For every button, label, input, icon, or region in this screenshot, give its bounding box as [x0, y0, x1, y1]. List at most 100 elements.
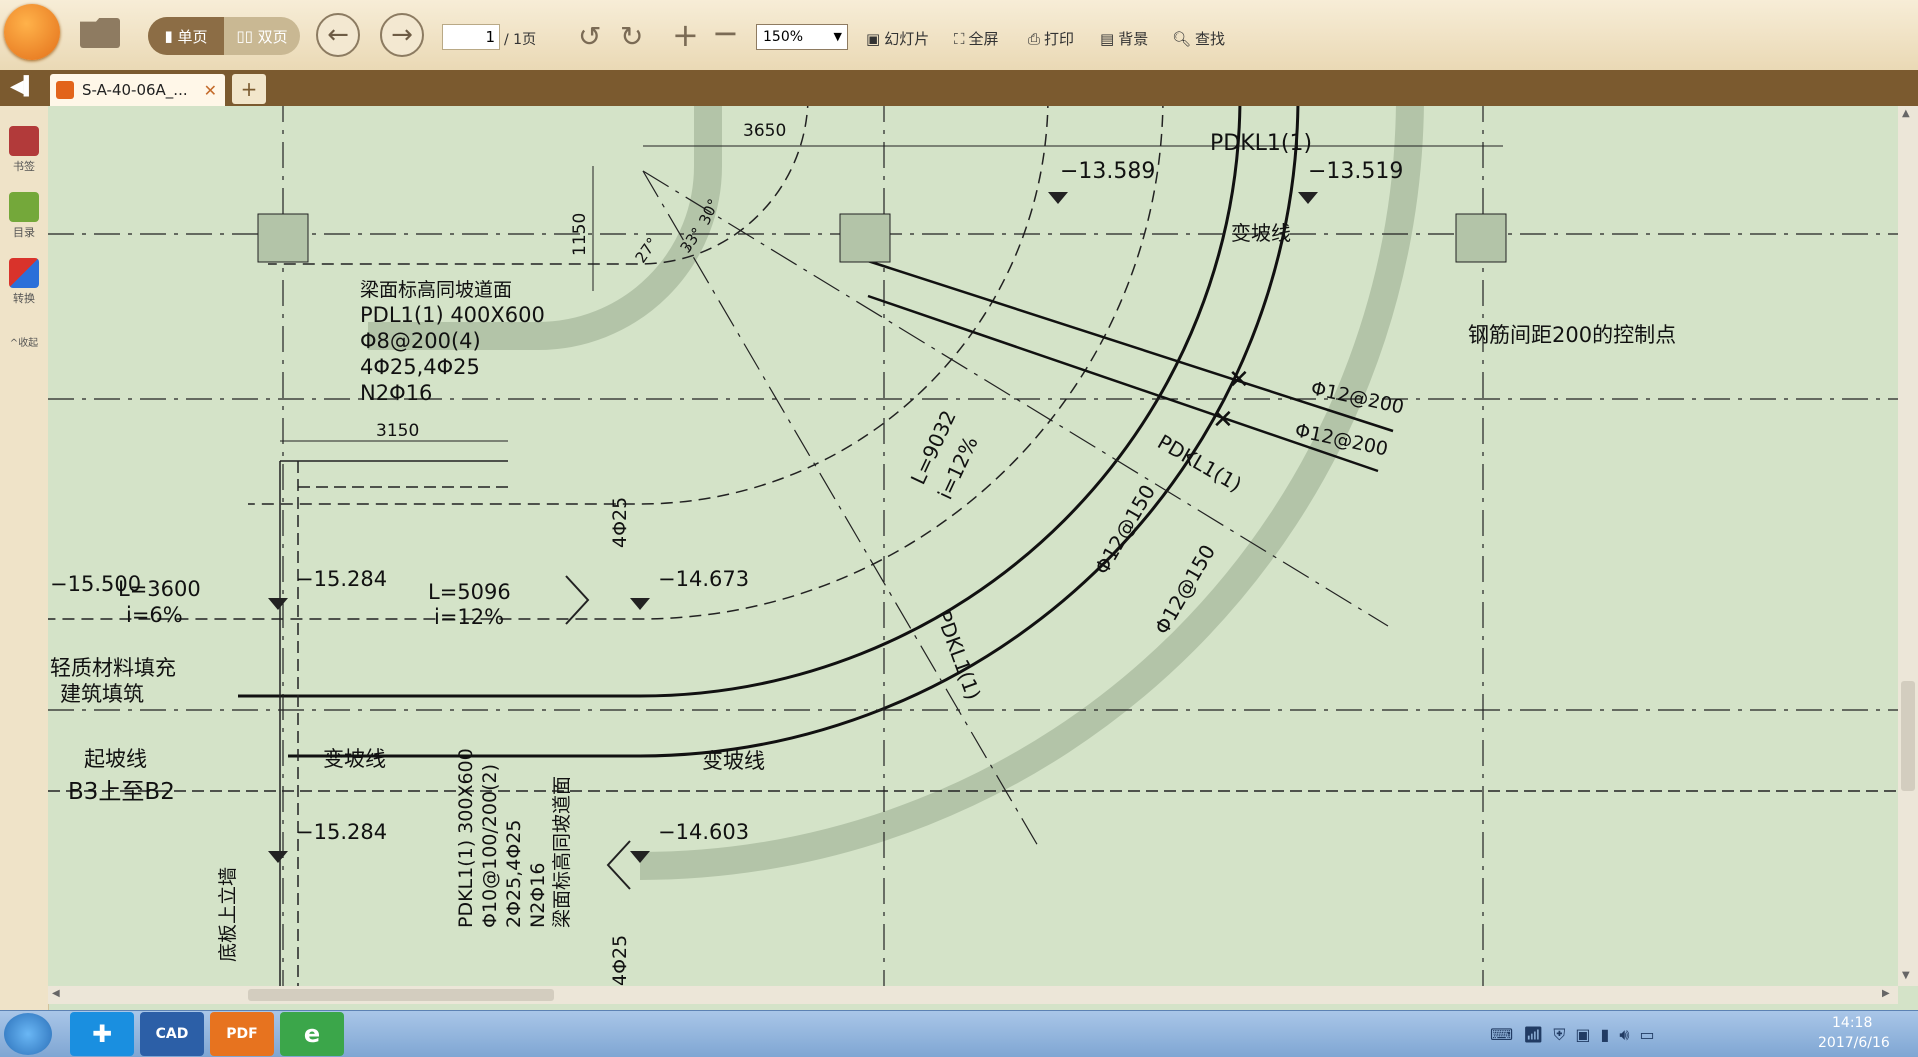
- angle-27: 27°: [632, 234, 662, 266]
- sidebar-toggle-icon[interactable]: ◀▍: [10, 76, 38, 97]
- chevron-left-icon[interactable]: ◀: [52, 988, 60, 999]
- column-3: [1455, 213, 1507, 263]
- fill-note-1: 轻质材料填充: [50, 656, 176, 680]
- find-button[interactable]: 🔍︎ 查找: [1172, 28, 1225, 49]
- clock-time[interactable]: 14:18: [1832, 1015, 1872, 1031]
- taskbar-app-pdf[interactable]: PDF: [210, 1012, 274, 1056]
- app-logo[interactable]: [4, 4, 60, 60]
- clock-date[interactable]: 2017/6/16: [1818, 1035, 1890, 1051]
- fill-note-2: 建筑填筑: [60, 682, 144, 706]
- slope-12: i=12%: [434, 605, 504, 629]
- print-button[interactable]: ⎙ 打印: [1028, 28, 1074, 49]
- elevation-15284-b: −15.284: [296, 820, 387, 844]
- zoom-select[interactable]: 150% ▼: [756, 24, 848, 50]
- keyboard-icon[interactable]: ⌨: [1490, 1025, 1523, 1044]
- close-icon[interactable]: ✕: [204, 81, 217, 100]
- horizontal-scroll-thumb[interactable]: [248, 989, 554, 1001]
- dashed-arc-3: [48, 106, 1164, 620]
- monitor-icon[interactable]: ▣: [1575, 1025, 1600, 1044]
- sidebar-collapse[interactable]: ^收起: [4, 334, 44, 349]
- slideshow-icon: ▣: [866, 29, 881, 48]
- chevron-down-icon[interactable]: ▼: [1902, 970, 1910, 981]
- beam-note-2: PDL1(1) 400X600: [360, 303, 545, 327]
- beam2-note-5: 梁面标高同坡道面: [551, 776, 573, 928]
- double-page-button[interactable]: ▯▯ 双页: [224, 17, 300, 55]
- beam-note-5: N2Φ16: [360, 381, 432, 405]
- background-button[interactable]: ▤ 背景: [1100, 28, 1148, 49]
- page-mode-toggle: ▮ 单页 ▯▯ 双页: [148, 17, 300, 55]
- browser-icon: e: [303, 1020, 321, 1048]
- single-page-icon: ▮: [164, 27, 173, 45]
- b3-b2-label: B3上至B2: [68, 779, 175, 805]
- vertical-scroll-thumb[interactable]: [1901, 681, 1915, 791]
- zoom-out-icon[interactable]: −: [712, 14, 739, 52]
- new-tab-button[interactable]: +: [232, 74, 266, 104]
- next-page-button[interactable]: →: [380, 13, 424, 57]
- arrow-right-icon: →: [391, 20, 413, 50]
- elevation-13589: −13.589: [1060, 159, 1155, 184]
- search-icon: 🔍︎: [1172, 29, 1192, 48]
- toc-icon: [9, 192, 39, 222]
- beam-note-3: Φ8@200(4): [360, 329, 481, 353]
- battery-icon[interactable]: ▮: [1601, 1025, 1620, 1044]
- slope-6: i=6%: [126, 603, 183, 627]
- chevron-up-icon[interactable]: ▲: [1902, 108, 1910, 119]
- dim-3650: 3650: [743, 121, 786, 141]
- windows-taskbar: ✚ CAD PDF e ⌨📶︎⛨▣▮🔊︎▭ 14:18 2017/6/16: [0, 1010, 1918, 1057]
- slideshow-button[interactable]: ▣ 幻灯片: [866, 28, 929, 49]
- rotate-left-icon[interactable]: ↺: [578, 20, 601, 53]
- print-icon: ⎙: [1028, 29, 1041, 48]
- change-slope-left: 变坡线: [323, 747, 386, 771]
- taskbar-app-1[interactable]: ✚: [70, 1012, 134, 1056]
- fullscreen-button[interactable]: ⛶ 全屏: [954, 28, 999, 49]
- display-icon[interactable]: ▭: [1639, 1025, 1664, 1044]
- chevron-right-icon[interactable]: ▶: [1882, 988, 1890, 999]
- pdkl-label-lower: PDKL1(1): [931, 608, 985, 703]
- volume-icon[interactable]: 🔊︎: [1619, 1025, 1639, 1044]
- sidebar-item-bookmarks[interactable]: 书签: [4, 126, 44, 174]
- page-total-label: / 1页: [504, 32, 537, 48]
- tab-bar: ◀▍: [0, 70, 1918, 106]
- column-1: [257, 213, 309, 263]
- control-point-mark-1: ✕: [1228, 365, 1250, 395]
- previous-page-button[interactable]: ←: [316, 13, 360, 57]
- beam2-note-1: PDKL1(1) 300X600: [455, 748, 477, 928]
- system-tray-icons: ⌨📶︎⛨▣▮🔊︎▭: [1490, 1025, 1665, 1045]
- elevation-13519: −13.519: [1308, 159, 1403, 184]
- bookmark-icon: [9, 126, 39, 156]
- rebar-control-line-1: [867, 259, 1394, 433]
- rotate-right-icon[interactable]: ↻: [620, 20, 643, 53]
- rebar-control-point-label: 钢筋间距200的控制点: [1468, 323, 1676, 347]
- rebar-4-25-bottom: 4Φ25: [609, 935, 631, 986]
- length-5096: L=5096: [428, 580, 511, 604]
- vertical-scrollbar[interactable]: ▲ ▼: [1898, 106, 1918, 986]
- page-number-input[interactable]: 1: [442, 24, 500, 50]
- elevation-marker: [268, 598, 288, 610]
- start-button[interactable]: [4, 1013, 52, 1055]
- elevation-marker: [1298, 192, 1318, 204]
- single-page-button[interactable]: ▮ 单页: [148, 17, 224, 55]
- taskbar-app-browser[interactable]: e: [280, 1012, 344, 1056]
- dim-3150: 3150: [376, 421, 419, 441]
- horizontal-scrollbar[interactable]: ◀ ▶: [48, 986, 1898, 1004]
- network-icon[interactable]: 📶︎: [1523, 1025, 1553, 1044]
- rebar-150-a: Φ12@150: [1090, 480, 1160, 578]
- change-slope-top: 变坡线: [1231, 221, 1291, 245]
- elevation-15284-a: −15.284: [296, 567, 387, 591]
- rebar-4-25-top: 4Φ25: [609, 497, 631, 548]
- open-folder-icon[interactable]: [80, 18, 120, 48]
- beam2-note-2: Φ10@100/200(2): [479, 764, 501, 928]
- elevation-marker: [1048, 192, 1068, 204]
- convert-icon: [9, 258, 39, 288]
- shield-icon[interactable]: ⛨: [1553, 1025, 1575, 1044]
- taskbar-app-cad[interactable]: CAD: [140, 1012, 204, 1056]
- dim-1150: 1150: [570, 213, 590, 256]
- ramp-wall-inner: [368, 106, 722, 350]
- sidebar-item-toc[interactable]: 目录: [4, 192, 44, 240]
- sidebar-item-convert[interactable]: 转换: [4, 258, 44, 306]
- zoom-in-icon[interactable]: +: [672, 16, 699, 54]
- arrow-left-icon: ←: [327, 20, 349, 50]
- tab-document[interactable]: S-A-40-06A_... ✕: [50, 74, 225, 106]
- pdf-drawing-canvas[interactable]: ✕ ✕ 3650 1150 3150 27° 33° 30° −13.589 −…: [48, 106, 1898, 986]
- cad-drawing: ✕ ✕ 3650 1150 3150 27° 33° 30° −13.589 −…: [48, 106, 1898, 986]
